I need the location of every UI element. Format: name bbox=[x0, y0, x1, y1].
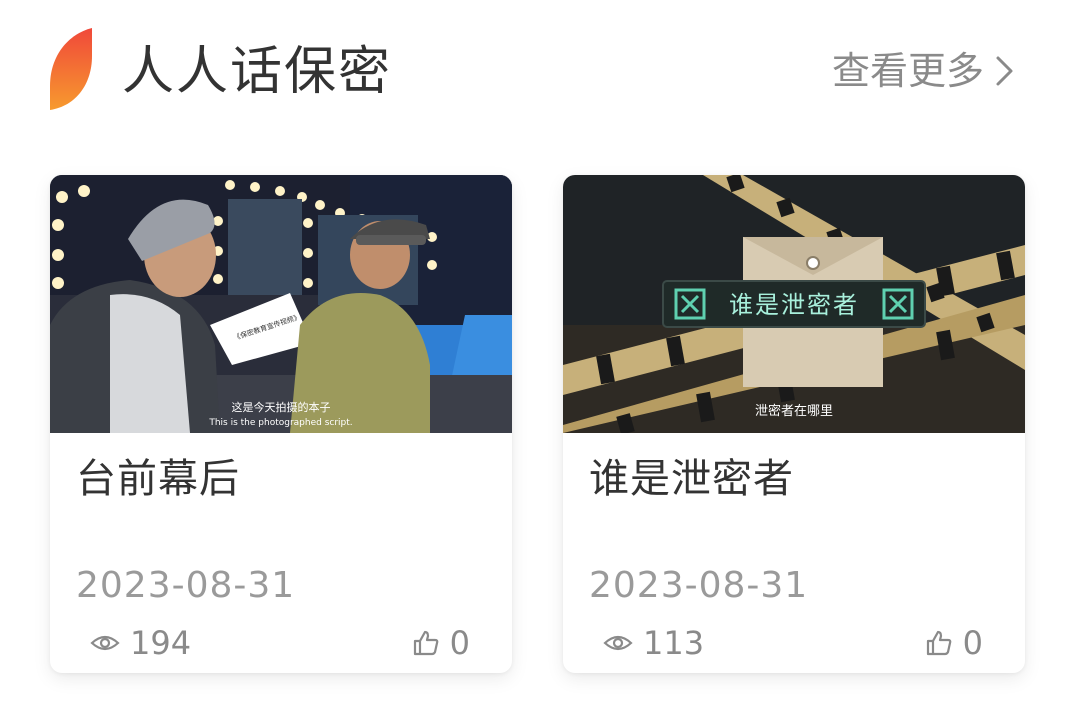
thumbnail-backstage-scene: 《保密教育宣传视频》 这是今天拍摄的本子 This is the photogr… bbox=[50, 175, 512, 433]
card-date: 2023-08-31 bbox=[76, 565, 296, 606]
thumbnail-subtitle-cn: 泄密者在哪里 bbox=[755, 403, 833, 419]
view-count: 194 bbox=[90, 624, 191, 662]
section-title: 人人话保密 bbox=[122, 42, 393, 102]
thumbs-up-icon[interactable] bbox=[412, 629, 440, 657]
eye-icon bbox=[603, 635, 633, 651]
thumbnail-leaker-scene: 谁是泄密者 泄密者在哪里 bbox=[563, 175, 1025, 433]
like-count-value: 0 bbox=[962, 624, 983, 662]
card-title[interactable]: 台前幕后 bbox=[76, 451, 240, 507]
thumbnail-subtitle-en: This is the photographed script. bbox=[208, 418, 352, 428]
thumbnail-subtitle-cn: 这是今天拍摄的本子 bbox=[232, 400, 331, 414]
chevron-right-icon bbox=[996, 56, 1013, 86]
card-stats: 194 0 bbox=[90, 621, 470, 665]
like-count[interactable]: 0 bbox=[412, 624, 470, 662]
card-date: 2023-08-31 bbox=[589, 565, 809, 606]
card-title[interactable]: 谁是泄密者 bbox=[589, 451, 794, 507]
view-count: 113 bbox=[603, 624, 704, 662]
video-card[interactable]: 谁是泄密者 泄密者在哪里 谁是泄密者 2023-08-31 113 0 bbox=[563, 175, 1025, 673]
thumbs-up-icon[interactable] bbox=[925, 629, 953, 657]
video-thumbnail[interactable]: 《保密教育宣传视频》 这是今天拍摄的本子 This is the photogr… bbox=[50, 175, 512, 433]
video-card[interactable]: 《保密教育宣传视频》 这是今天拍摄的本子 This is the photogr… bbox=[50, 175, 512, 673]
eye-icon bbox=[90, 635, 120, 651]
video-thumbnail[interactable]: 谁是泄密者 泄密者在哪里 bbox=[563, 175, 1025, 433]
like-count-value: 0 bbox=[449, 624, 470, 662]
view-more-label: 查看更多 bbox=[831, 49, 984, 93]
card-stats: 113 0 bbox=[603, 621, 983, 665]
section-header: 人人话保密 查看更多 bbox=[0, 0, 1080, 130]
view-count-value: 194 bbox=[130, 624, 192, 662]
view-more-link[interactable]: 查看更多 bbox=[832, 44, 1016, 98]
section-accent-icon bbox=[50, 28, 92, 110]
like-count[interactable]: 0 bbox=[925, 624, 983, 662]
view-count-value: 113 bbox=[643, 624, 705, 662]
thumbnail-banner-text: 谁是泄密者 bbox=[729, 291, 859, 319]
